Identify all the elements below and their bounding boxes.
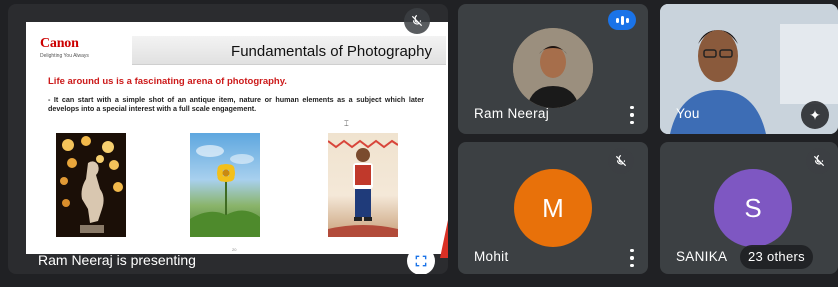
statue-photo xyxy=(56,133,126,237)
slide-corner-accent xyxy=(440,220,448,258)
visual-effects-icon[interactable]: ✦ xyxy=(801,101,829,129)
mic-off-icon xyxy=(608,148,634,174)
participant-name: You xyxy=(676,106,700,121)
participant-name: Mohit xyxy=(474,249,509,264)
participant-tile-you[interactable]: You ✦ xyxy=(660,4,838,134)
slide-title: Fundamentals of Photography xyxy=(231,43,432,60)
others-count-chip[interactable]: 23 others xyxy=(740,245,813,269)
cursor-icon: ⌶ xyxy=(344,119,349,128)
slide-body-text: - It can start with a simple shot of an … xyxy=(48,95,424,113)
presentation-slide: Canon Delighting You Always Fundamentals… xyxy=(26,22,448,254)
mic-off-icon xyxy=(806,148,832,174)
participant-tile-ram-neeraj[interactable]: Ram Neeraj xyxy=(458,4,648,134)
participant-name: SANIKA xyxy=(676,249,728,264)
logo-wordmark: Canon xyxy=(40,36,79,51)
presentation-tile[interactable]: Canon Delighting You Always Fundamentals… xyxy=(8,4,448,274)
avatar: S xyxy=(714,169,792,247)
mic-off-icon xyxy=(404,8,430,34)
canon-logo: Canon Delighting You Always xyxy=(40,36,120,59)
participant-name: Ram Neeraj xyxy=(474,106,550,121)
slide-title-band: Fundamentals of Photography xyxy=(132,36,446,65)
avatar-photo-ram-neeraj xyxy=(513,28,593,108)
participant-tile-mohit[interactable]: M Mohit xyxy=(458,142,648,274)
fullscreen-button[interactable] xyxy=(407,247,435,274)
flower-photo xyxy=(190,133,260,237)
fullscreen-icon xyxy=(415,255,427,267)
slide-page-number: 20 xyxy=(232,247,237,252)
child-photo xyxy=(327,133,399,237)
avatar: M xyxy=(514,169,592,247)
logo-tagline: Delighting You Always xyxy=(40,53,89,59)
more-vert-icon[interactable] xyxy=(629,249,635,267)
speaking-indicator-icon xyxy=(608,10,636,30)
more-vert-icon[interactable] xyxy=(629,106,635,124)
slide-subtitle: Life around us is a fascinating arena of… xyxy=(48,76,287,87)
presenter-label: Ram Neeraj is presenting xyxy=(38,252,196,268)
